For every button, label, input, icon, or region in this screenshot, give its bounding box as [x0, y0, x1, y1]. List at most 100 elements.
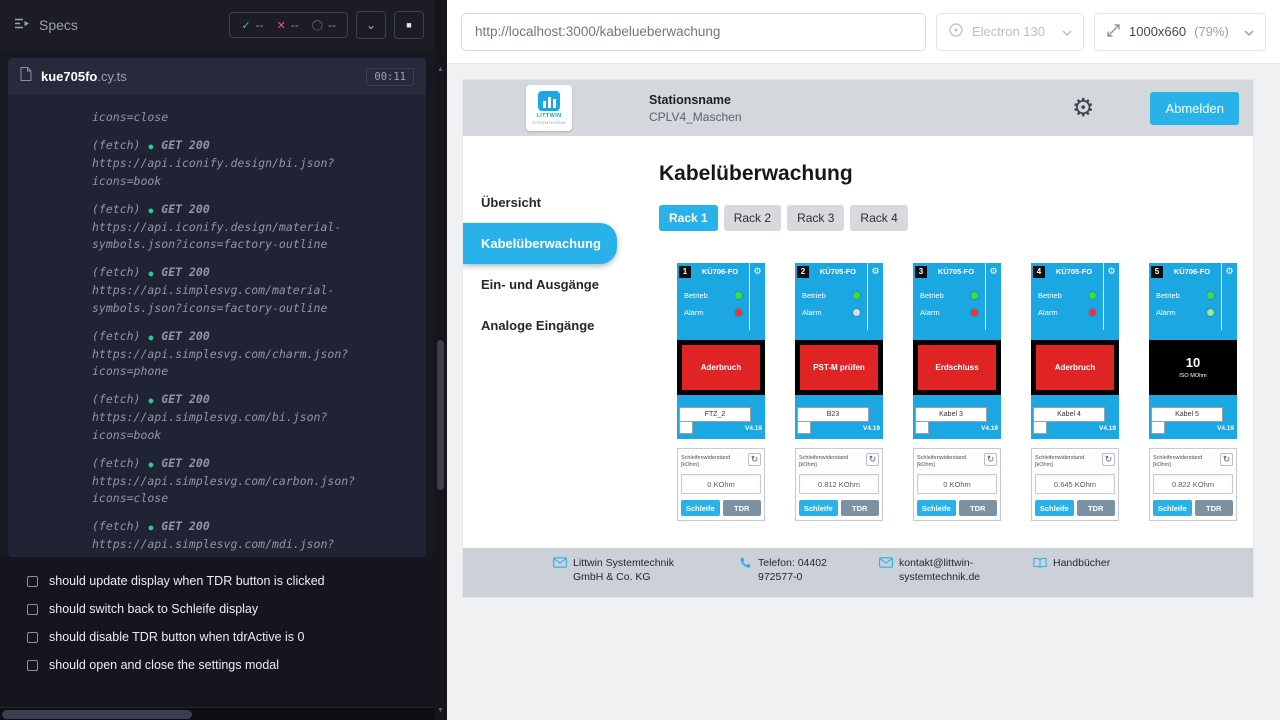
- settings-gear-icon[interactable]: ⚙: [1072, 96, 1094, 121]
- tab-rack-3[interactable]: Rack 3: [787, 205, 844, 231]
- betrieb-led: [1207, 292, 1214, 299]
- schleife-button[interactable]: Schleife: [681, 500, 720, 516]
- nav-item-ein-und-ausgänge[interactable]: Ein- und Ausgänge: [463, 264, 635, 305]
- measurement-label: Schleifenwiderstand [kOhm]: [799, 453, 866, 469]
- app-frame: LITTWIN SYSTEMTECHNIK Stationsname CPLV4…: [463, 80, 1253, 597]
- log-entry[interactable]: (fetch) ● GET 200 https://api.simplesvg.…: [8, 329, 390, 381]
- test-box-icon: [27, 604, 38, 615]
- card-settings-icon[interactable]: ⚙: [985, 263, 1001, 280]
- status-text: 10: [1186, 355, 1200, 371]
- alarm-label: Alarm: [1156, 308, 1176, 317]
- success-dot-icon: ●: [148, 460, 153, 469]
- status-text: Aderbruch: [1055, 363, 1095, 373]
- log-entry[interactable]: (fetch) ● GET 200 https://api.simplesvg.…: [8, 265, 390, 317]
- refresh-icon[interactable]: ↻: [748, 453, 761, 466]
- station-info: Stationsname CPLV4_Maschen: [649, 93, 742, 124]
- nav-item-übersicht[interactable]: Übersicht: [463, 182, 635, 223]
- betrieb-label: Betrieb: [1156, 291, 1180, 300]
- test-row[interactable]: should switch back to Schleife display: [0, 595, 434, 623]
- card-settings-icon[interactable]: ⚙: [1221, 263, 1237, 280]
- scroll-up-icon[interactable]: ▲: [434, 66, 447, 73]
- firmware-version: V4.19: [1165, 422, 1237, 434]
- logout-button[interactable]: Abmelden: [1150, 92, 1239, 125]
- tdr-button[interactable]: TDR: [723, 500, 762, 516]
- tdr-button[interactable]: TDR: [1195, 500, 1234, 516]
- test-list: should update display when TDR button is…: [0, 557, 434, 707]
- test-row[interactable]: should open and close the settings modal: [0, 651, 434, 679]
- scroll-down-icon[interactable]: ▼: [434, 707, 447, 714]
- test-row[interactable]: should disable TDR button when tdrActive…: [0, 623, 434, 651]
- phone-icon: [739, 557, 752, 570]
- failed-icon: ✕: [277, 19, 286, 32]
- log-status: GET 200: [161, 456, 209, 470]
- log-url: https://api.simplesvg.com/mdi.json?icons…: [92, 536, 390, 557]
- log-type: (fetch): [92, 329, 140, 343]
- status-display: PST-M prüfen: [795, 340, 883, 395]
- tab-rack-4[interactable]: Rack 4: [850, 205, 907, 231]
- log-url: https://api.simplesvg.com/bi.json?icons=…: [92, 409, 390, 444]
- log-entry[interactable]: (fetch) ● GET 200 https://api.iconify.de…: [8, 138, 390, 190]
- refresh-icon[interactable]: ↻: [866, 453, 879, 466]
- footer-email: kontakt@littwin-systemtechnik.de: [879, 556, 999, 584]
- alarm-label: Alarm: [802, 308, 822, 317]
- specs-menu[interactable]: Specs: [14, 17, 78, 33]
- status-text: PST-M prüfen: [813, 363, 865, 373]
- reporter-vscrollbar[interactable]: ▲ ▼: [434, 0, 447, 720]
- vscroll-thumb[interactable]: [437, 340, 444, 490]
- nav-item-kabelüberwachung[interactable]: Kabelüberwachung: [463, 223, 617, 264]
- refresh-icon[interactable]: ↻: [1102, 453, 1115, 466]
- spec-file-icon: [20, 67, 32, 86]
- refresh-icon[interactable]: ↻: [1220, 453, 1233, 466]
- stop-button[interactable]: ■: [394, 11, 424, 39]
- specs-label: Specs: [39, 17, 78, 33]
- log-status: GET 200: [161, 392, 209, 406]
- chevron-down-icon: [1062, 24, 1072, 39]
- reporter-hscrollbar[interactable]: [0, 707, 434, 720]
- alarm-led: [971, 309, 978, 316]
- betrieb-label: Betrieb: [920, 291, 944, 300]
- schleife-button[interactable]: Schleife: [1035, 500, 1074, 516]
- tab-rack-1[interactable]: Rack 1: [659, 205, 718, 231]
- tdr-button[interactable]: TDR: [841, 500, 880, 516]
- footer-manuals[interactable]: Handbücher: [1033, 556, 1110, 570]
- log-entry[interactable]: (fetch) ● GET 200 https://api.simplesvg.…: [8, 456, 390, 508]
- test-row[interactable]: should update display when TDR button is…: [0, 567, 434, 595]
- log-type: (fetch): [92, 456, 140, 470]
- schleife-button[interactable]: Schleife: [917, 500, 956, 516]
- log-status: GET 200: [161, 138, 209, 152]
- card-model-label: KÜ706-FO: [1163, 267, 1221, 276]
- card-settings-icon[interactable]: ⚙: [749, 263, 765, 280]
- card-side-column: [1221, 280, 1237, 330]
- passed-icon: ✓: [241, 19, 250, 32]
- card-row: 1 KÜ706-FO ⚙ Betrieb Alarm: [659, 263, 1253, 521]
- cable-monitor-card: 2 KÜ705-FO ⚙ Betrieb Alarm: [795, 263, 883, 521]
- schleife-button[interactable]: Schleife: [1153, 500, 1192, 516]
- browser-select[interactable]: Electron 130: [936, 13, 1084, 51]
- app-main: Kabelüberwachung Rack 1Rack 2Rack 3Rack …: [635, 136, 1253, 548]
- tab-rack-2[interactable]: Rack 2: [724, 205, 781, 231]
- collapse-all-button[interactable]: ⌄: [356, 11, 386, 39]
- reporter-header: Specs ✓-- ✕-- ◯-- ⌄ ■: [0, 0, 434, 50]
- card-settings-icon[interactable]: ⚙: [1103, 263, 1119, 280]
- log-url-overflow: icons=close: [8, 109, 390, 126]
- nav-item-analoge-eingänge[interactable]: Analoge Eingänge: [463, 305, 635, 346]
- tdr-button[interactable]: TDR: [959, 500, 998, 516]
- measurement-panel: Schleifenwiderstand [kOhm] ↻ 0 KOhm Schl…: [677, 448, 765, 521]
- log-entry[interactable]: (fetch) ● GET 200 https://api.simplesvg.…: [8, 392, 390, 444]
- measurement-value: 0.645 KOhm: [1035, 474, 1115, 494]
- betrieb-led: [971, 292, 978, 299]
- log-entry[interactable]: (fetch) ● GET 200 https://api.iconify.de…: [8, 202, 390, 254]
- schleife-button[interactable]: Schleife: [799, 500, 838, 516]
- spec-row[interactable]: kue705fo.cy.ts 00:11: [8, 58, 426, 95]
- log-entry[interactable]: (fetch) ● GET 200 https://api.simplesvg.…: [8, 519, 390, 557]
- tdr-button[interactable]: TDR: [1077, 500, 1116, 516]
- url-input[interactable]: [461, 13, 926, 51]
- app-header: LITTWIN SYSTEMTECHNIK Stationsname CPLV4…: [463, 80, 1253, 136]
- status-text: Aderbruch: [701, 363, 741, 373]
- viewport-select[interactable]: 1000x660 (79%): [1094, 13, 1266, 51]
- refresh-icon[interactable]: ↻: [984, 453, 997, 466]
- card-settings-icon[interactable]: ⚙: [867, 263, 883, 280]
- status-box: 10 ISO MOhm: [1154, 345, 1232, 390]
- chevron-down-icon: ⌄: [366, 18, 376, 32]
- hscroll-thumb[interactable]: [2, 710, 192, 719]
